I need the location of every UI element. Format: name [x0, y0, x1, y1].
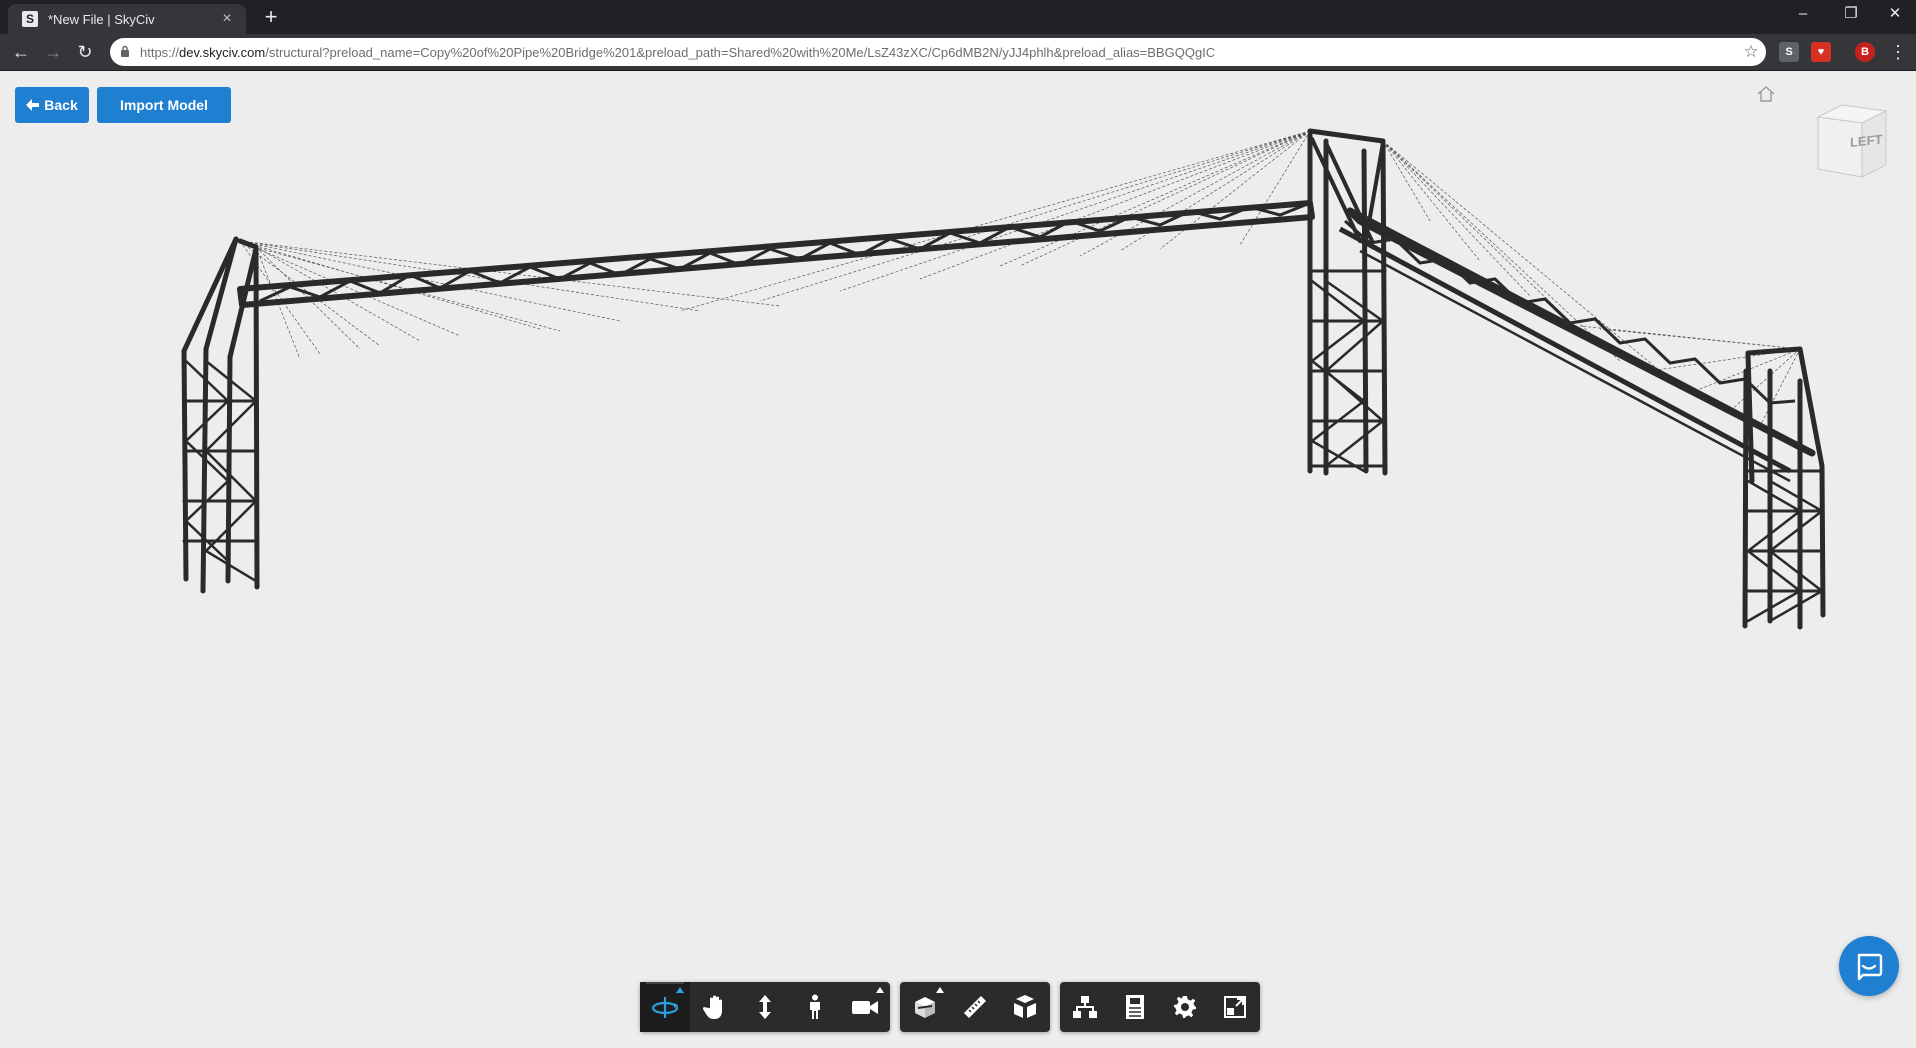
vertical-arrows-icon [759, 995, 771, 1019]
browser-menu-icon[interactable]: ⋮ [1885, 39, 1911, 65]
deck-truss-right [1338, 207, 1816, 483]
url-scheme: https:// [140, 44, 180, 60]
orbit-caret-icon [676, 987, 684, 993]
model-dock [1060, 982, 1260, 1032]
browser-tab[interactable]: S *New File | SkyCiv × [8, 4, 246, 34]
fullscreen-icon [1224, 996, 1246, 1018]
measure-tool-button[interactable] [950, 982, 1000, 1032]
back-button[interactable]: Back [15, 87, 89, 123]
orbit-tool-button[interactable] [640, 982, 690, 1032]
browser-tabstrip: S *New File | SkyCiv × + – ❐ ✕ [0, 0, 1916, 34]
new-tab-button[interactable]: + [258, 4, 284, 30]
address-bar[interactable]: https://dev.skyciv.com/structural?preloa… [110, 38, 1766, 66]
fullscreen-tool-button[interactable] [1210, 982, 1260, 1032]
back-button-label: Back [44, 97, 78, 113]
lock-icon [110, 45, 140, 60]
section-caret-icon [936, 987, 944, 993]
hierarchy-icon [1073, 996, 1097, 1018]
model-viewport[interactable]: Back Import Model LEFT [0, 71, 1916, 1048]
walk-tool-button[interactable] [790, 982, 840, 1032]
ruler-icon [964, 996, 986, 1018]
chat-icon [1857, 953, 1883, 981]
properties-tool-button[interactable] [1110, 982, 1160, 1032]
window-restore-button[interactable]: ❐ [1828, 0, 1874, 30]
tab-close-icon[interactable]: × [216, 10, 238, 28]
camera-caret-icon [876, 987, 884, 993]
deck-truss-left [237, 200, 1315, 308]
gear-icon [1174, 996, 1196, 1018]
section-box-icon [915, 997, 935, 1018]
skyciv-favicon-icon: S [22, 11, 38, 27]
tower-left [181, 236, 260, 594]
model-browser-button[interactable] [1060, 982, 1110, 1032]
shield-extension-icon[interactable]: ♥ [1811, 42, 1831, 62]
import-model-button[interactable]: Import Model [97, 87, 231, 123]
home-view-icon[interactable] [1756, 85, 1776, 103]
url-path: /structural?preload_name=Copy%20of%20Pip… [265, 44, 1216, 60]
navigation-dock [640, 982, 890, 1032]
url-host: dev.skyciv.com [179, 44, 266, 60]
tab-title: *New File | SkyCiv [48, 11, 155, 27]
back-nav-button[interactable]: ← [8, 39, 34, 65]
import-model-label: Import Model [120, 97, 208, 113]
section-tool-button[interactable] [900, 982, 950, 1032]
reload-button[interactable]: ↻ [72, 39, 98, 65]
inspection-dock [900, 982, 1050, 1032]
settings-tool-button[interactable] [1160, 982, 1210, 1032]
arrow-left-icon [26, 99, 40, 111]
orbit-icon [651, 997, 679, 1018]
cable-stays [239, 130, 1801, 427]
bookmark-star-icon[interactable]: ☆ [1736, 42, 1766, 62]
tower-center [1307, 128, 1388, 476]
hand-icon [703, 995, 722, 1019]
chat-launcher-button[interactable] [1839, 936, 1899, 996]
pan-tool-button[interactable] [690, 982, 740, 1032]
forward-nav-button[interactable]: → [40, 39, 66, 65]
url-text[interactable]: https://dev.skyciv.com/structural?preloa… [140, 45, 1736, 60]
properties-icon [1126, 995, 1144, 1019]
view-cube[interactable]: LEFT [1812, 99, 1892, 179]
browser-toolbar: ← → ↻ https://dev.skyciv.com/structural?… [0, 34, 1916, 71]
window-close-button[interactable]: ✕ [1872, 0, 1916, 30]
skyciv-extension-icon[interactable]: S [1779, 42, 1799, 62]
camera-icon [852, 1001, 878, 1014]
person-icon [810, 994, 820, 1019]
camera-tool-button[interactable] [840, 982, 890, 1032]
explode-tool-button[interactable] [1000, 982, 1050, 1032]
profile-avatar[interactable]: B [1855, 42, 1875, 62]
bridge-3d-model[interactable] [0, 71, 1916, 1048]
zoom-tool-button[interactable] [740, 982, 790, 1032]
explode-icon [1014, 995, 1036, 1018]
window-minimize-button[interactable]: – [1780, 0, 1826, 30]
